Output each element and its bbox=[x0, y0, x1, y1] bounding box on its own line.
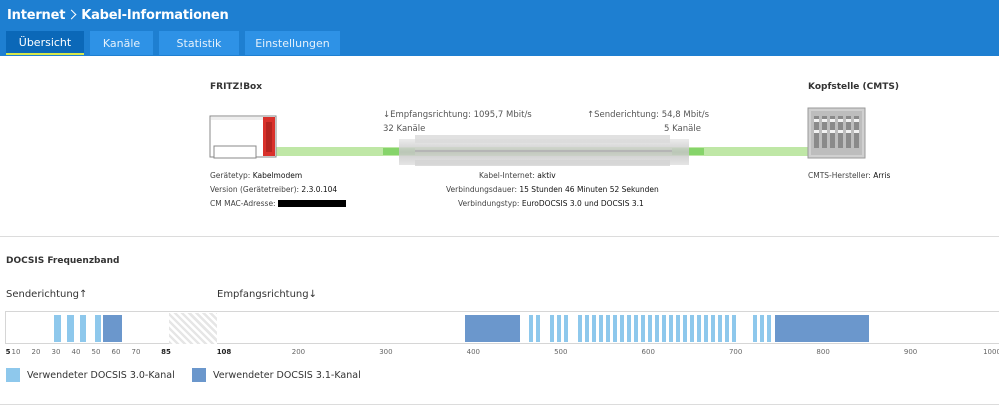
downstream-docsis30-channel bbox=[633, 315, 639, 342]
legend-docsis30-swatch bbox=[6, 368, 20, 382]
cable-internet-row: Kabel-Internet: aktiv bbox=[479, 171, 556, 180]
frequency-tick-label: 5 bbox=[5, 348, 11, 356]
frequency-tick-label: 10 bbox=[11, 348, 21, 356]
downstream-docsis30-channel bbox=[584, 315, 590, 342]
downstream-docsis30-channel bbox=[759, 315, 765, 342]
cable-internet-label: Kabel-Internet: bbox=[479, 171, 535, 180]
downstream-docsis30-channel bbox=[724, 315, 730, 342]
downstream-docsis30-channel bbox=[591, 315, 597, 342]
downstream-docsis30-channel bbox=[598, 315, 604, 342]
downstream-docsis31-channel bbox=[465, 315, 520, 342]
downstream-docsis30-channel bbox=[577, 315, 583, 342]
downstream-docsis30-channel bbox=[731, 315, 737, 342]
frequency-tick-label: 20 bbox=[31, 348, 41, 356]
downstream-docsis30-channel bbox=[549, 315, 555, 342]
connection-duration-row: Verbindungsdauer: 15 Stunden 46 Minuten … bbox=[446, 185, 659, 194]
frequency-tick-label: 300 bbox=[379, 348, 393, 356]
upstream-docsis30-channel bbox=[80, 315, 87, 342]
downstream-docsis30-channel bbox=[626, 315, 632, 342]
bottom-divider bbox=[0, 404, 999, 405]
upstream-docsis30-channel bbox=[94, 315, 102, 342]
downstream-docsis30-channel bbox=[661, 315, 667, 342]
downstream-docsis30-channel bbox=[696, 315, 702, 342]
upstream-docsis30-channel bbox=[67, 315, 74, 342]
mac-address-row: CM MAC-Adresse: bbox=[210, 199, 346, 208]
frequency-tick-label: 900 bbox=[903, 348, 918, 356]
downstream-docsis30-channel bbox=[612, 315, 618, 342]
cmts-vendor-row: CMTS-Hersteller: Arris bbox=[808, 171, 890, 180]
frequency-tick-label: 85 bbox=[161, 348, 171, 356]
downstream-docsis30-channel bbox=[703, 315, 709, 342]
cmts-server-icon bbox=[807, 107, 866, 159]
downstream-docsis30-channel bbox=[682, 315, 688, 342]
frequency-tick-label: 700 bbox=[728, 348, 743, 356]
downstream-docsis30-channel bbox=[605, 315, 611, 342]
connection-type-row: Verbindungstyp: EuroDOCSIS 3.0 und DOCSI… bbox=[458, 199, 644, 208]
frequency-tick-label: 40 bbox=[71, 348, 81, 356]
upstream-docsis30-channel bbox=[54, 315, 61, 342]
section-divider bbox=[0, 236, 999, 237]
cmts-vendor-label: CMTS-Hersteller: bbox=[808, 171, 871, 180]
guard-band-gap bbox=[169, 313, 217, 344]
frequency-tick-label: 400 bbox=[466, 348, 481, 356]
version-value: 2.3.0.104 bbox=[301, 185, 338, 194]
downstream-docsis30-channel bbox=[689, 315, 695, 342]
downstream-docsis30-channel bbox=[563, 315, 569, 342]
upstream-direction-label: Senderichtung↑ bbox=[6, 289, 88, 300]
downstream-direction-label: Empfangsrichtung↓ bbox=[217, 289, 317, 300]
upstream-docsis31-channel bbox=[103, 315, 122, 342]
downstream-docsis30-channel bbox=[535, 315, 541, 342]
legend-docsis31-swatch bbox=[192, 368, 206, 382]
frequency-tick-label: 50 bbox=[91, 348, 101, 356]
frequency-band-chart bbox=[5, 311, 999, 344]
connection-duration-value: 15 Stunden 46 Minuten 52 Sekunden bbox=[519, 185, 659, 194]
connection-type-label: Verbindungstyp: bbox=[458, 199, 520, 208]
channel-bundle-icon bbox=[399, 135, 689, 166]
frequency-tick-label: 60 bbox=[111, 348, 121, 356]
frequency-tick-label: 30 bbox=[51, 348, 61, 356]
frequency-tick-label: 500 bbox=[554, 348, 568, 356]
frequency-tick-label: 70 bbox=[131, 348, 141, 356]
downstream-docsis30-channel bbox=[766, 315, 772, 342]
frequency-tick-label: 600 bbox=[641, 348, 655, 356]
cable-internet-value: aktiv bbox=[537, 171, 556, 180]
connection-duration-label: Verbindungsdauer: bbox=[446, 185, 517, 194]
downstream-docsis30-channel bbox=[710, 315, 716, 342]
downstream-docsis30-channel bbox=[654, 315, 660, 342]
downstream-docsis30-channel bbox=[647, 315, 653, 342]
downstream-docsis30-channel bbox=[675, 315, 681, 342]
frequency-tick-label: 1000 bbox=[983, 348, 999, 356]
legend-docsis31-label: Verwendeter DOCSIS 3.1-Kanal bbox=[213, 370, 361, 381]
device-type-row: Gerätetyp: Kabelmodem bbox=[210, 171, 302, 180]
downstream-docsis31-channel bbox=[775, 315, 870, 342]
frequency-tick-label: 200 bbox=[291, 348, 306, 356]
device-type-label: Gerätetyp: bbox=[210, 171, 251, 180]
frequency-tick-label: 108 bbox=[216, 348, 232, 356]
fritzbox-modem-icon bbox=[209, 115, 277, 159]
downstream-docsis30-channel bbox=[717, 315, 723, 342]
cmts-vendor-value: Arris bbox=[873, 171, 891, 180]
downstream-docsis30-channel bbox=[668, 315, 674, 342]
downstream-docsis30-channel bbox=[619, 315, 625, 342]
device-type-value: Kabelmodem bbox=[252, 171, 303, 180]
frequency-tick-label: 800 bbox=[816, 348, 830, 356]
connection-type-value: EuroDOCSIS 3.0 und DOCSIS 3.1 bbox=[521, 199, 644, 208]
mac-address-redacted bbox=[277, 200, 346, 207]
downstream-docsis30-channel bbox=[528, 315, 534, 342]
docsis-section-title: DOCSIS Frequenzband bbox=[6, 256, 120, 266]
downstream-docsis30-channel bbox=[556, 315, 562, 342]
version-row: Version (Gerätetreiber): 2.3.0.104 bbox=[210, 185, 337, 194]
legend-docsis30-label: Verwendeter DOCSIS 3.0-Kanal bbox=[27, 370, 175, 381]
downstream-docsis30-channel bbox=[752, 315, 758, 342]
downstream-docsis30-channel bbox=[640, 315, 646, 342]
version-label: Version (Gerätetreiber): bbox=[210, 185, 300, 194]
mac-address-label: CM MAC-Adresse: bbox=[210, 199, 276, 208]
